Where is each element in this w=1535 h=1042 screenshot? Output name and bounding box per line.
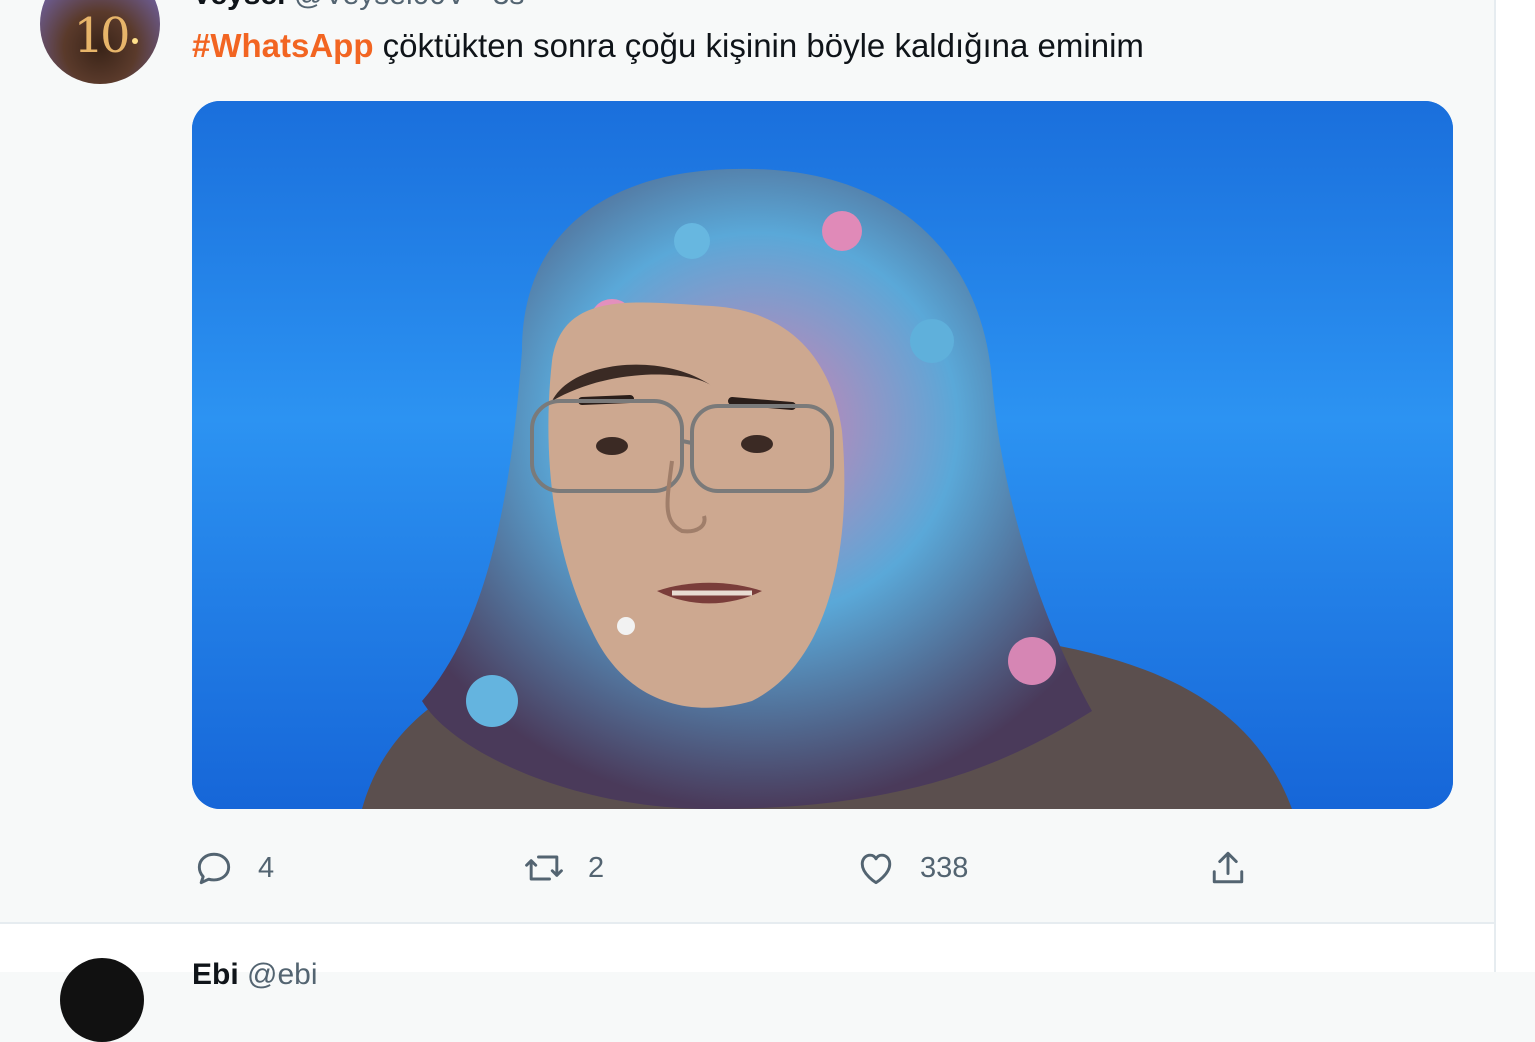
tweet-media-image[interactable]	[192, 101, 1453, 809]
tweet-actions: 4 2 338	[0, 840, 1494, 900]
reply-count: 4	[258, 851, 275, 884]
tweet-card[interactable]: 10 Veysel @Veysel00V · 3s #WhatsApp çökt…	[0, 0, 1494, 922]
tweet-text: #WhatsApp çöktükten sonra çoğu kişinin b…	[192, 26, 1144, 66]
next-author-handle[interactable]: @ebi	[247, 958, 318, 991]
author-avatar[interactable]: 10	[40, 0, 160, 84]
author-handle[interactable]: @Veysel00V	[294, 0, 466, 11]
next-author-avatar[interactable]	[60, 958, 144, 1042]
retweet-button[interactable]: 2	[522, 840, 604, 896]
header-separator: ·	[474, 0, 484, 11]
share-icon	[1212, 851, 1244, 884]
retweet-icon	[525, 855, 563, 881]
hashtag-link[interactable]: #WhatsApp	[192, 27, 374, 64]
like-button[interactable]: 338	[854, 840, 968, 896]
share-button[interactable]	[1206, 840, 1250, 896]
tweet-header: Veysel @Veysel00V · 3s	[192, 0, 525, 11]
next-tweet-card[interactable]: Ebi @ebi	[0, 924, 1494, 1042]
author-name[interactable]: Veysel	[192, 0, 285, 11]
tweet-time[interactable]: 3s	[493, 0, 525, 11]
next-tweet-header: Ebi @ebi	[192, 958, 318, 992]
media-illustration	[192, 101, 1453, 809]
right-rail	[1494, 0, 1535, 972]
retweet-count: 2	[588, 851, 605, 884]
tweet-body: çöktükten sonra çoğu kişinin böyle kaldı…	[373, 27, 1144, 64]
like-count: 338	[920, 851, 969, 884]
avatar-emblem: 10	[73, 8, 130, 64]
next-author-name[interactable]: Ebi	[192, 958, 239, 991]
reply-icon	[197, 852, 231, 885]
reply-button[interactable]: 4	[192, 840, 274, 896]
heart-icon	[860, 853, 892, 885]
avatar-spark	[132, 38, 138, 44]
